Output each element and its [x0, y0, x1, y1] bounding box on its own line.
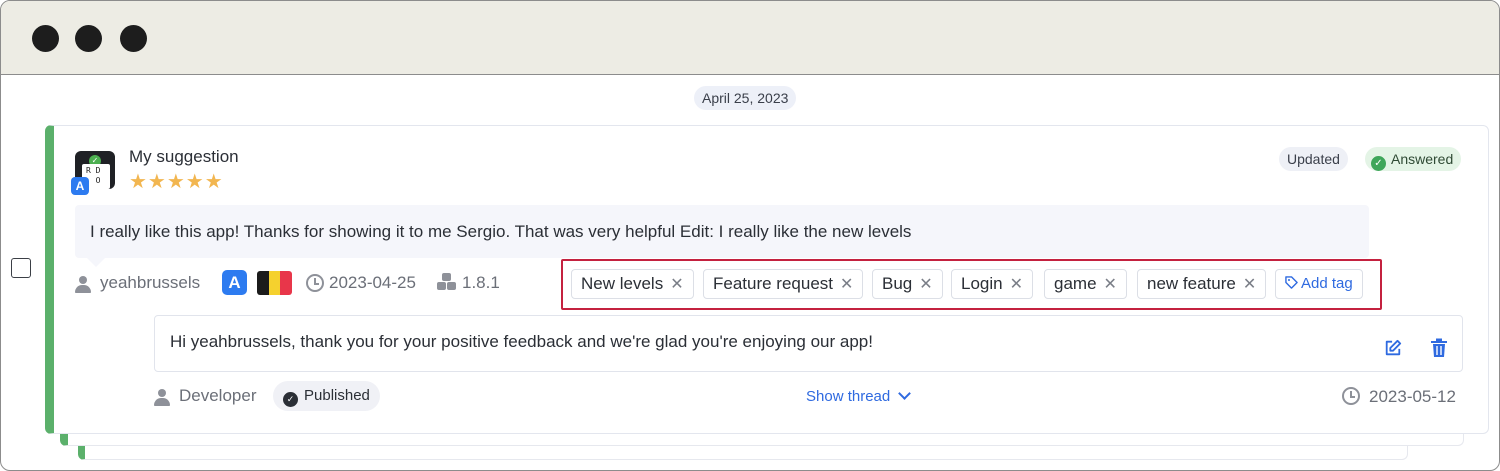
check-circle-icon: ✓ — [1371, 156, 1386, 171]
tag-chip[interactable]: New levels ✕ — [571, 269, 694, 299]
user-icon — [154, 389, 170, 406]
show-thread-label: Show thread — [806, 388, 891, 405]
clock-icon — [306, 274, 324, 292]
select-review-checkbox[interactable] — [11, 258, 31, 278]
maximize-window-button[interactable] — [120, 25, 147, 52]
tag-label: Login — [961, 274, 1003, 293]
tag-label: new feature — [1147, 274, 1236, 293]
remove-tag-icon[interactable]: ✕ — [840, 276, 853, 293]
clock-icon — [1342, 387, 1360, 405]
tag-chip[interactable]: Feature request ✕ — [703, 269, 864, 299]
add-tag-button[interactable]: Add tag — [1275, 269, 1363, 299]
remove-tag-icon[interactable]: ✕ — [1010, 276, 1023, 293]
date-separator: April 25, 2023 — [694, 86, 797, 110]
remove-tag-icon[interactable]: ✕ — [919, 276, 932, 293]
reply-text: Hi yeahbrussels, thank you for your posi… — [170, 332, 873, 351]
answered-badge: ✓ Answered — [1365, 147, 1462, 171]
published-label: Published — [304, 387, 370, 404]
reply-date: 2023-05-12 — [1369, 387, 1456, 406]
review-title: My suggestion — [129, 147, 239, 166]
tag-chip[interactable]: Bug ✕ — [872, 269, 943, 299]
check-circle-icon: ✓ — [283, 392, 298, 407]
tag-chip[interactable]: Login ✕ — [951, 269, 1034, 299]
published-badge: ✓ Published — [273, 381, 380, 411]
review-body: I really like this app! Thanks for showi… — [75, 205, 1369, 258]
answered-label: Answered — [1391, 151, 1454, 167]
trash-icon[interactable] — [1430, 338, 1448, 358]
tag-chip[interactable]: game ✕ — [1044, 269, 1127, 299]
minimize-window-button[interactable] — [75, 25, 102, 52]
star-rating: ★★★★★ — [129, 171, 224, 193]
tag-label: Feature request — [713, 274, 834, 293]
chevron-down-icon — [898, 387, 912, 400]
edit-icon[interactable] — [1384, 339, 1402, 357]
app-store-icon: A — [71, 177, 89, 195]
version-icon — [437, 273, 457, 291]
title-bar — [1, 1, 1499, 75]
show-thread-link[interactable]: Show thread — [806, 386, 912, 408]
user-icon — [75, 276, 91, 293]
remove-tag-icon[interactable]: ✕ — [1243, 276, 1256, 293]
tag-label: New levels — [581, 274, 664, 293]
tag-icon — [1285, 276, 1298, 289]
add-tag-label: Add tag — [1301, 275, 1353, 292]
tag-label: Bug — [882, 274, 913, 293]
app-store-icon: A — [222, 270, 247, 295]
review-author: yeahbrussels — [100, 273, 201, 292]
tag-label: game — [1054, 274, 1097, 293]
updated-badge: Updated — [1279, 147, 1348, 171]
tag-chip[interactable]: new feature ✕ — [1137, 269, 1267, 299]
review-date: 2023-04-25 — [329, 273, 416, 292]
app-version: 1.8.1 — [462, 273, 500, 292]
belgium-flag-icon — [257, 271, 292, 295]
remove-tag-icon[interactable]: ✕ — [1104, 276, 1117, 293]
review-bubble-tail — [87, 258, 105, 267]
remove-tag-icon[interactable]: ✕ — [670, 276, 683, 293]
reply-author: Developer — [179, 386, 257, 405]
close-window-button[interactable] — [32, 25, 59, 52]
